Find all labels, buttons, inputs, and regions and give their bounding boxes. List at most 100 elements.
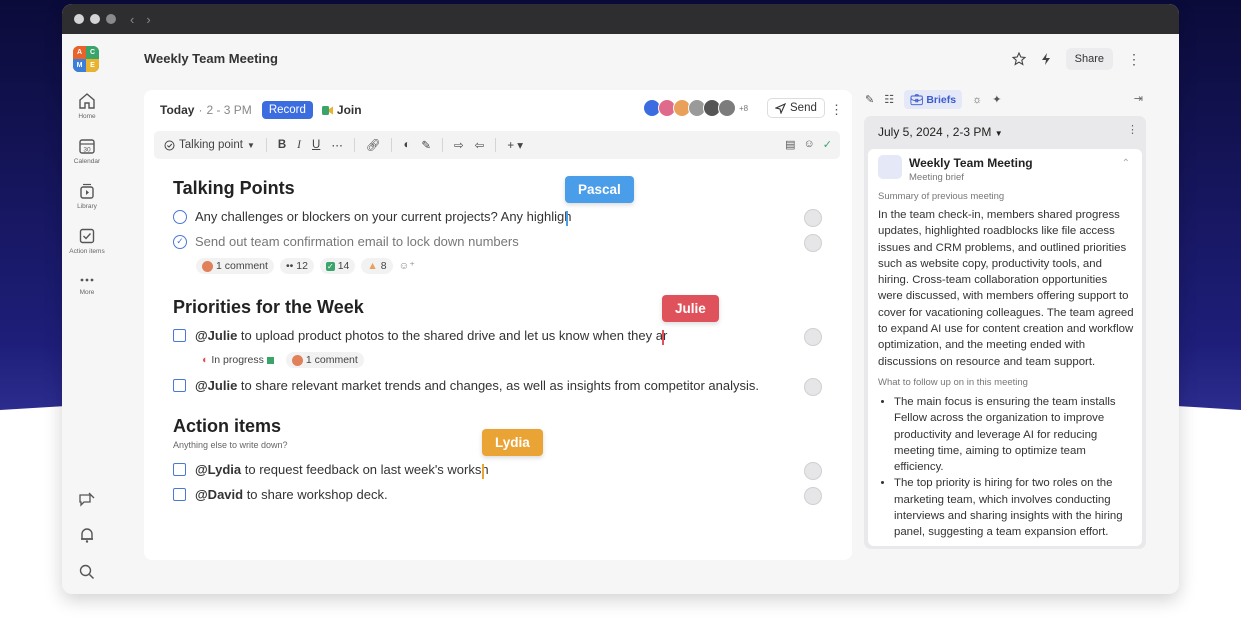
action-item[interactable]: @Julie to share relevant market trends a…	[173, 378, 759, 393]
sidebar-item-label: Calendar	[73, 158, 101, 165]
mention[interactable]: @Julie	[195, 328, 237, 343]
brief-date-selector[interactable]: July 5, 2024 , 2-3 PM ▼	[878, 125, 1003, 139]
checkbox[interactable]	[173, 379, 186, 392]
section-heading: Priorities for the Week	[173, 297, 364, 317]
back-arrow-icon[interactable]: ‹	[130, 12, 134, 27]
meeting-header: Today · 2 - 3 PM Record Join	[160, 101, 362, 119]
sidebar-item-home[interactable]: Home	[62, 92, 112, 120]
item-text: Any challenges or blockers on your curre…	[195, 209, 572, 224]
star-icon[interactable]	[1011, 52, 1026, 66]
lightning-icon[interactable]	[1040, 52, 1052, 66]
assignee-avatar[interactable]	[804, 462, 822, 480]
stack-icon[interactable]: ☷	[884, 93, 894, 106]
chevron-down-icon: ▼	[994, 129, 1003, 138]
search-icon[interactable]	[77, 562, 97, 582]
assignee-avatar[interactable]	[804, 328, 822, 346]
add-reaction-icon[interactable]: ☺⁺	[399, 258, 415, 274]
followup-list: The main focus is ensuring the team inst…	[894, 394, 1134, 541]
title-bar: ‹ ›	[62, 4, 1179, 34]
status-square-icon	[266, 356, 274, 364]
logo-letter: M	[73, 59, 86, 72]
talking-point-item[interactable]: Any challenges or blockers on your curre…	[173, 209, 572, 224]
assignee-avatar[interactable]	[804, 209, 822, 227]
highlighter-icon[interactable]: ✎	[421, 138, 431, 152]
magic-wand-icon[interactable]: ✎	[865, 93, 874, 106]
status-circle[interactable]	[173, 209, 187, 224]
attendee-avatars[interactable]: +8	[643, 99, 748, 117]
status-circle-checked[interactable]: ✓	[173, 234, 187, 249]
chevron-up-icon[interactable]: ⌃	[1122, 158, 1130, 169]
brief-panel: July 5, 2024 , 2-3 PM ▼ ⋮ Weekly Team Me…	[864, 116, 1146, 549]
status-bar: ◐ In progress 1 comment	[196, 352, 364, 368]
palette-icon[interactable]: ◐	[403, 139, 410, 151]
send-icon	[775, 102, 786, 114]
sidebar-item-library[interactable]: Library	[62, 182, 112, 210]
outdent-icon[interactable]: ⇦	[475, 138, 485, 152]
insert-plus-icon[interactable]: + ▾	[507, 138, 523, 152]
bell-icon[interactable]	[77, 525, 97, 545]
collab-cursor-caret	[566, 211, 568, 226]
reaction-check[interactable]: ✓ 14	[319, 258, 356, 274]
tab-briefs[interactable]: 💼︎ Briefs	[904, 90, 963, 109]
mention[interactable]: @Lydia	[195, 462, 241, 477]
share-button[interactable]: Share	[1065, 48, 1113, 70]
indent-icon[interactable]: ⇨	[454, 138, 464, 152]
underline-icon[interactable]: U	[312, 139, 320, 151]
checkbox[interactable]	[173, 463, 186, 476]
reaction-thumbs[interactable]: ▲ 8	[361, 258, 393, 274]
window-close-dot[interactable]	[74, 14, 84, 24]
card-subtitle: Meeting brief	[909, 172, 964, 183]
action-item[interactable]: @Lydia to request feedback on last week'…	[173, 462, 489, 477]
toolbar-divider	[353, 138, 355, 152]
brief-more-icon[interactable]: ⋮	[1127, 123, 1138, 136]
editor-more-icon[interactable]: ⋮	[830, 102, 843, 118]
join-button[interactable]: Join	[321, 103, 362, 117]
action-item[interactable]: @David to share workshop deck.	[173, 487, 388, 502]
header-actions: Share ⋮	[1011, 48, 1141, 70]
briefcase-icon	[878, 155, 902, 179]
emoji-icon[interactable]: ☺	[804, 138, 815, 151]
talking-point-item[interactable]: ✓ Send out team confirmation email to lo…	[173, 234, 519, 249]
check-icon[interactable]: ✓	[823, 138, 832, 151]
comment-chip[interactable]: 1 comment	[285, 352, 364, 368]
window-maximize-dot[interactable]	[106, 14, 116, 24]
send-button[interactable]: Send	[767, 98, 825, 118]
brief-card: Weekly Team Meeting Meeting brief ⌃ Summ…	[868, 149, 1142, 546]
italic-icon[interactable]: I	[297, 139, 301, 151]
sidebar-item-calendar[interactable]: 30 Calendar	[62, 137, 112, 165]
window-minimize-dot[interactable]	[90, 14, 100, 24]
assignee-avatar[interactable]	[804, 378, 822, 396]
send-label: Send	[790, 102, 817, 114]
forward-arrow-icon[interactable]: ›	[146, 12, 150, 27]
app-logo[interactable]: A C M E	[73, 46, 99, 72]
link-icon[interactable]: 🔗︎	[366, 138, 381, 152]
block-type-dropdown[interactable]: Talking point ▼	[164, 139, 255, 151]
toolbar-divider	[391, 138, 393, 152]
comment-chip[interactable]: 1 comment	[196, 258, 274, 274]
chat-icon[interactable]: ☼	[972, 94, 982, 106]
checkbox[interactable]	[173, 329, 186, 342]
sparkle-icon[interactable]: ✦	[992, 93, 1001, 106]
sidebar-item-action-items[interactable]: Action items	[62, 227, 112, 255]
action-item[interactable]: @Julie to upload product photos to the s…	[173, 328, 667, 343]
mention[interactable]: @David	[195, 487, 243, 502]
more-format-icon[interactable]: ⋯	[331, 138, 343, 152]
reaction-eyes[interactable]: •• 12	[279, 258, 314, 274]
calendar-icon: 30	[79, 139, 95, 154]
assignee-avatar[interactable]	[804, 234, 822, 252]
bold-icon[interactable]: B	[278, 139, 286, 151]
mention[interactable]: @Julie	[195, 378, 237, 393]
checkbox[interactable]	[173, 488, 186, 501]
library-icon	[80, 183, 94, 199]
list-item: The main focus is ensuring the team inst…	[894, 394, 1134, 475]
chevron-down-icon: ▼	[246, 140, 255, 150]
record-button[interactable]: Record	[261, 101, 313, 119]
collapse-panel-icon[interactable]: ⇥	[1134, 92, 1143, 105]
more-options-icon[interactable]: ⋮	[1127, 51, 1141, 68]
sidebar-item-more[interactable]: More	[62, 274, 112, 296]
feedback-icon[interactable]	[77, 489, 97, 509]
comment-count: 1 comment	[216, 260, 268, 272]
status-badge[interactable]: ◐ In progress	[196, 352, 280, 368]
comment-icon[interactable]: ▤	[785, 138, 795, 151]
assignee-avatar[interactable]	[804, 487, 822, 505]
